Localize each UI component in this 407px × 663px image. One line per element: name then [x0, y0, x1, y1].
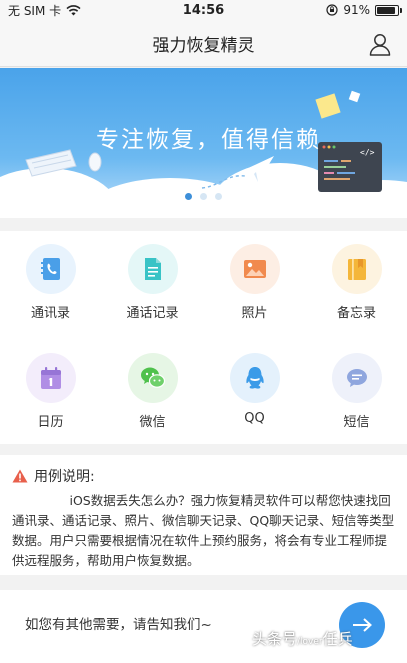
carrier-label: 无 SIM 卡 — [8, 3, 62, 18]
category-call-log[interactable]: 通话记录 — [102, 244, 203, 321]
category-label: 备忘录 — [336, 306, 376, 321]
battery-level — [377, 6, 396, 14]
category-photos[interactable]: 照片 — [204, 244, 305, 321]
watermark-text: 头条号 — [252, 630, 298, 648]
category-label: 短信 — [343, 415, 370, 430]
carousel-dot[interactable] — [215, 193, 222, 200]
sticky-note-illustration — [315, 93, 341, 119]
watermark-sub: /lover — [297, 637, 323, 647]
contacts-icon — [40, 258, 60, 280]
category-label: 微信 — [139, 415, 166, 430]
qq-icon — [245, 367, 264, 389]
icon-circle — [25, 353, 76, 403]
icon-circle — [25, 244, 76, 294]
warning-icon — [12, 469, 28, 483]
photos-icon — [243, 260, 266, 278]
category-label: 通话记录 — [126, 306, 179, 321]
category-contacts[interactable]: 通讯录 — [0, 244, 101, 321]
banner-slogan: 专注恢复，值得信赖 — [96, 127, 321, 153]
category-grid: 通讯录 通话记录 照片 备忘录 日历 微信 QQ 短信 — [0, 231, 407, 444]
page-title: 强力恢复精灵 — [152, 35, 255, 56]
carousel-dot[interactable] — [200, 193, 207, 200]
mouse-illustration — [88, 152, 102, 172]
icon-circle — [127, 353, 178, 403]
description-header: 用例说明: — [12, 466, 395, 486]
sticky-note-illustration — [348, 90, 361, 103]
user-icon[interactable] — [367, 31, 393, 57]
call-log-icon — [144, 258, 161, 280]
feedback-section: 如您有其他需要，请告知我们~ 头条号/lover任兵 — [0, 590, 407, 663]
category-label: 照片 — [241, 306, 268, 321]
category-calendar[interactable]: 日历 — [0, 353, 101, 430]
calendar-icon — [40, 367, 61, 389]
icon-circle — [229, 353, 280, 403]
icon-circle — [229, 244, 280, 294]
arrow-right-icon — [353, 618, 372, 632]
category-memo[interactable]: 备忘录 — [306, 244, 407, 321]
status-left: 无 SIM 卡 — [8, 2, 81, 19]
status-right: 91% — [326, 3, 402, 17]
paper-plane-illustration — [201, 156, 274, 189]
keyboard-illustration — [25, 149, 77, 177]
svg-text:</>: </> — [360, 148, 375, 157]
category-label: QQ — [244, 411, 265, 426]
memo-icon — [347, 259, 366, 280]
category-label: 日历 — [37, 415, 64, 430]
description-body: iOS数据丢失怎么办？强力恢复精灵软件可以帮您快速找回通讯录、通话记录、照片、微… — [12, 493, 395, 568]
code-editor-illustration: </> — [318, 142, 382, 192]
category-label: 通讯录 — [30, 306, 70, 321]
watermark-name: 任兵 — [322, 630, 353, 648]
rotation-lock-icon — [326, 4, 338, 16]
icon-circle — [127, 244, 178, 294]
carousel-indicator — [0, 193, 407, 200]
category-wechat[interactable]: 微信 — [102, 353, 203, 430]
usage-description: 用例说明: iOS数据丢失怎么办？强力恢复精灵软件可以帮您快速找回通讯录、通话记… — [0, 455, 407, 575]
nav-bar: 强力恢复精灵 — [0, 20, 407, 67]
category-sms[interactable]: 短信 — [306, 353, 407, 430]
wifi-icon — [66, 4, 81, 15]
status-bar: 无 SIM 卡 14:56 91% — [0, 0, 407, 20]
battery-percent: 91% — [343, 3, 370, 17]
sms-icon — [346, 369, 367, 387]
carousel-dot[interactable] — [185, 193, 192, 200]
description-heading: 用例说明: — [34, 469, 95, 485]
battery-icon — [375, 4, 402, 16]
category-qq[interactable]: QQ — [204, 353, 305, 426]
feedback-prompt: 如您有其他需要，请告知我们~ — [25, 617, 212, 633]
icon-circle — [331, 353, 382, 403]
watermark: 头条号/lover任兵 — [252, 628, 353, 649]
icon-circle — [331, 244, 382, 294]
wechat-icon — [140, 367, 165, 388]
